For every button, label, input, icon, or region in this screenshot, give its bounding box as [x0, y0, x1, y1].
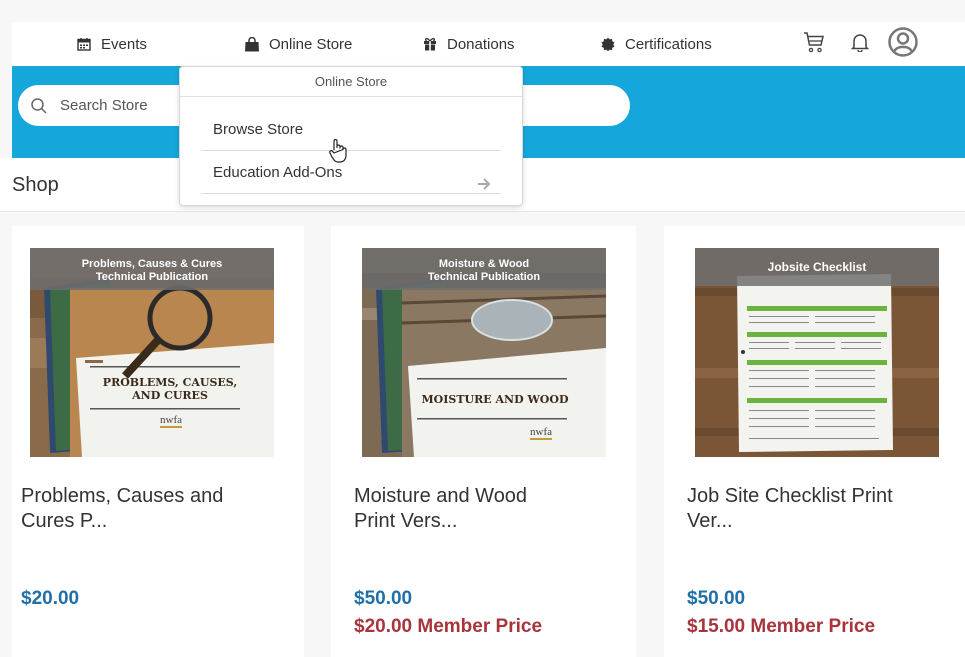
cover-title: PROBLEMS, CAUSES, AND CURES: [102, 376, 238, 402]
cart-button[interactable]: [801, 30, 827, 58]
product-card[interactable]: Jobsite Checklist Job Site Checklist Pri…: [664, 226, 965, 657]
nav-events-label: Events: [101, 35, 147, 53]
top-navigation: Events Online Store Donations Certificat…: [12, 22, 965, 66]
product-card[interactable]: Moisture & Wood Technical Publication MO…: [331, 226, 636, 657]
page: Events Online Store Donations Certificat…: [0, 0, 965, 657]
cover-title: MOISTURE AND WOOD: [421, 393, 569, 406]
page-title: Shop: [12, 174, 59, 196]
product-price: $20.00: [21, 588, 80, 609]
product-image[interactable]: Moisture & Wood Technical Publication MO…: [362, 248, 606, 457]
product-image[interactable]: Jobsite Checklist: [695, 248, 939, 457]
nav-donations-label: Donations: [447, 35, 515, 53]
image-banner: Jobsite Checklist: [695, 248, 939, 286]
badge-icon: [600, 36, 616, 52]
menu-item-label: Browse Store: [213, 121, 304, 138]
product-price: $50.00: [687, 588, 746, 609]
product-title-line: Cures P...: [21, 510, 108, 532]
nav-certifications[interactable]: Certifications: [600, 22, 712, 66]
gift-icon: [422, 36, 438, 52]
image-banner: Moisture & Wood Technical Publication: [362, 248, 606, 290]
bell-icon: [850, 32, 870, 57]
nav-online-store-label: Online Store: [269, 35, 353, 53]
account-button[interactable]: [888, 26, 918, 58]
member-price: $15.00 Member Price: [687, 616, 876, 637]
product-image[interactable]: Problems, Causes & Cures Technical Publi…: [30, 248, 274, 457]
notifications-button[interactable]: [848, 30, 872, 58]
banner-line: Jobsite Checklist: [767, 260, 867, 274]
image-banner: Problems, Causes & Cures Technical Publi…: [30, 248, 274, 290]
product-title-line: Problems, Causes and: [21, 485, 224, 507]
calendar-icon: [76, 36, 92, 52]
user-avatar-icon: [888, 26, 918, 62]
product-title[interactable]: Problems, Causes and Cures P...: [21, 484, 291, 534]
banner-line: Technical Publication: [427, 271, 541, 283]
product-title-line: Ver...: [687, 510, 733, 532]
product-title-line: Job Site Checklist Print: [687, 485, 893, 507]
banner-line: Technical Publication: [95, 271, 209, 283]
menu-item-education-add-ons[interactable]: Education Add-Ons: [201, 152, 501, 194]
online-store-dropdown: Online Store Browse Store Education Add-…: [179, 66, 523, 206]
cart-icon: [803, 30, 825, 59]
banner-line: Problems, Causes & Cures: [81, 258, 223, 270]
logo: nwfa: [160, 414, 182, 428]
product-card[interactable]: Problems, Causes & Cures Technical Publi…: [12, 226, 304, 657]
shopping-bag-icon: [244, 36, 260, 52]
banner-line: Moisture & Wood: [438, 258, 530, 270]
hand-pointer-icon: [328, 138, 348, 164]
nav-online-store[interactable]: Online Store: [244, 22, 352, 66]
product-title-line: Print Vers...: [354, 510, 458, 532]
product-price: $50.00: [354, 588, 413, 609]
nav-events[interactable]: Events: [76, 22, 147, 66]
nav-donations[interactable]: Donations: [422, 22, 515, 66]
product-title-line: Moisture and Wood: [354, 485, 528, 507]
arrow-right-icon: [477, 166, 491, 190]
product-title[interactable]: Moisture and Wood Print Vers...: [354, 484, 624, 534]
menu-item-browse-store[interactable]: Browse Store: [201, 109, 501, 151]
menu-item-label: Education Add-Ons: [213, 164, 343, 181]
search-icon: [30, 97, 48, 115]
nav-certifications-label: Certifications: [625, 35, 712, 53]
dropdown-header: Online Store: [180, 67, 522, 97]
product-title[interactable]: Job Site Checklist Print Ver...: [687, 484, 957, 534]
logo: nwfa: [530, 426, 552, 440]
member-price: $20.00 Member Price: [354, 616, 543, 637]
